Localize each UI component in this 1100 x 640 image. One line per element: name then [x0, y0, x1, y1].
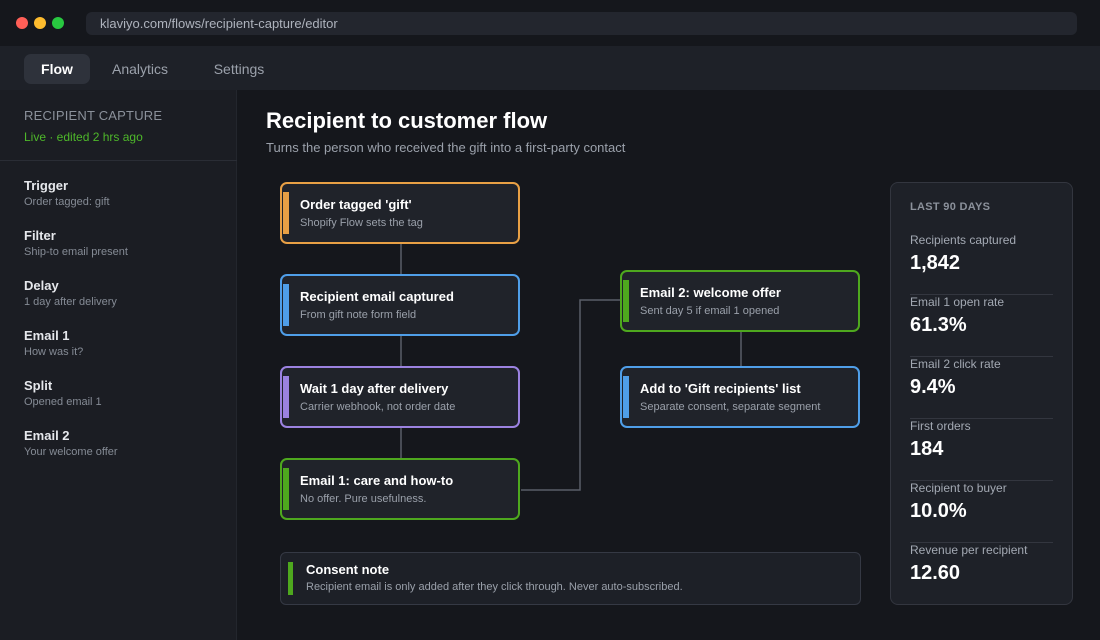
- stat-value: 184: [910, 438, 944, 460]
- stats-panel: LAST 90 DAYS Recipients captured 1,842 E…: [890, 182, 1073, 605]
- sidebar-item-email-1[interactable]: Email 1 How was it?: [24, 328, 224, 358]
- consent-note: Consent note Recipient email is only add…: [280, 552, 861, 605]
- node-accent: [283, 192, 289, 234]
- sidebar-item-delay[interactable]: Delay 1 day after delivery: [24, 278, 224, 308]
- node-title: Order tagged 'gift': [300, 197, 412, 212]
- node-subtitle: Sent day 5 if email 1 opened: [640, 305, 780, 317]
- sidebar-item-subtitle: Order tagged: gift: [24, 196, 110, 208]
- stat-email-2-click-rate: Email 2 click rate 9.4%: [910, 357, 1053, 419]
- sidebar-item-split[interactable]: Split Opened email 1: [24, 378, 224, 408]
- node-accent: [283, 284, 289, 326]
- close-window-button[interactable]: [16, 17, 28, 29]
- flow-steps-sidebar: RECIPIENT CAPTURE Live · edited 2 hrs ag…: [0, 90, 237, 640]
- flow-node-capture[interactable]: Recipient email captured From gift note …: [280, 274, 520, 336]
- sidebar-heading: RECIPIENT CAPTURE: [24, 108, 163, 123]
- stat-label: Email 2 click rate: [910, 357, 1001, 371]
- flow-node-email-1[interactable]: Email 1: care and how-to No offer. Pure …: [280, 458, 520, 520]
- stat-revenue-per-recipient: Revenue per recipient 12.60: [910, 543, 1053, 605]
- node-subtitle: Carrier webhook, not order date: [300, 401, 456, 413]
- sidebar-item-title: Trigger: [24, 178, 69, 193]
- sidebar-item-subtitle: Ship-to email present: [24, 246, 128, 258]
- stat-recipients-captured: Recipients captured 1,842: [910, 233, 1053, 295]
- stat-value: 61.3%: [910, 314, 967, 336]
- flow-node-add-to-list[interactable]: Add to 'Gift recipients' list Separate c…: [620, 366, 860, 428]
- stat-label: Email 1 open rate: [910, 295, 1005, 309]
- flow-status: Live · edited 2 hrs ago: [24, 130, 143, 144]
- stat-value: 9.4%: [910, 376, 956, 398]
- node-subtitle: Shopify Flow sets the tag: [300, 217, 423, 229]
- sidebar-item-subtitle: 1 day after delivery: [24, 296, 117, 308]
- stat-label: Recipient to buyer: [910, 481, 1007, 495]
- flow-node-trigger[interactable]: Order tagged 'gift' Shopify Flow sets th…: [280, 182, 520, 244]
- node-accent: [283, 376, 289, 418]
- sidebar-item-title: Email 1: [24, 328, 70, 343]
- sidebar-item-email-2[interactable]: Email 2 Your welcome offer: [24, 428, 224, 458]
- node-subtitle: Separate consent, separate segment: [640, 401, 821, 413]
- address-bar[interactable]: klaviyo.com/flows/recipient-capture/edit…: [86, 12, 1077, 35]
- stats-heading: LAST 90 DAYS: [910, 201, 991, 213]
- node-accent: [283, 468, 289, 510]
- node-subtitle: From gift note form field: [300, 309, 417, 321]
- stat-value: 1,842: [910, 252, 961, 274]
- minimize-window-button[interactable]: [34, 17, 46, 29]
- node-subtitle: No offer. Pure usefulness.: [300, 493, 427, 505]
- tab-analytics[interactable]: Analytics: [100, 54, 180, 84]
- sidebar-item-title: Split: [24, 378, 53, 393]
- flow-node-email-2[interactable]: Email 2: welcome offer Sent day 5 if ema…: [620, 270, 860, 332]
- node-title: Wait 1 day after delivery: [300, 381, 449, 396]
- stat-label: Recipients captured: [910, 233, 1017, 247]
- flow-node-delay[interactable]: Wait 1 day after delivery Carrier webhoo…: [280, 366, 520, 428]
- tab-settings[interactable]: Settings: [200, 54, 278, 84]
- stat-value: 12.60: [910, 562, 961, 584]
- node-title: Recipient email captured: [300, 289, 454, 304]
- sidebar-item-title: Email 2: [24, 428, 70, 443]
- sidebar-item-trigger[interactable]: Trigger Order tagged: gift: [24, 178, 224, 208]
- page-title: Recipient to customer flow: [266, 108, 548, 133]
- stat-first-orders: First orders 184: [910, 419, 1053, 481]
- node-title: Email 1: care and how-to: [300, 473, 454, 488]
- node-accent: [623, 376, 629, 418]
- consent-note-text: Recipient email is only added after they…: [306, 581, 683, 593]
- stat-recipient-to-buyer: Recipient to buyer 10.0%: [910, 481, 1053, 543]
- sidebar-item-subtitle: How was it?: [24, 346, 84, 358]
- consent-note-title: Consent note: [306, 562, 390, 577]
- stat-email-1-open-rate: Email 1 open rate 61.3%: [910, 295, 1053, 357]
- title-bar: klaviyo.com/flows/recipient-capture/edit…: [0, 0, 1100, 46]
- stat-label: Revenue per recipient: [910, 543, 1028, 557]
- maximize-window-button[interactable]: [52, 17, 64, 29]
- page-subtitle: Turns the person who received the gift i…: [266, 140, 626, 155]
- tab-bar: Flow Analytics Settings: [0, 46, 1100, 90]
- sidebar-item-title: Filter: [24, 228, 56, 243]
- sidebar-divider: [0, 160, 237, 161]
- sidebar-item-filter[interactable]: Filter Ship-to email present: [24, 228, 224, 258]
- node-accent: [623, 280, 629, 322]
- stat-value: 10.0%: [910, 500, 967, 522]
- connector-line: [521, 299, 621, 491]
- stat-label: First orders: [910, 419, 971, 433]
- tab-flow[interactable]: Flow: [24, 54, 90, 84]
- sidebar-item-title: Delay: [24, 278, 59, 293]
- node-title: Email 2: welcome offer: [640, 285, 781, 300]
- note-accent: [288, 562, 293, 595]
- node-title: Add to 'Gift recipients' list: [640, 381, 801, 396]
- sidebar-item-subtitle: Opened email 1: [24, 396, 102, 408]
- sidebar-item-subtitle: Your welcome offer: [24, 446, 118, 458]
